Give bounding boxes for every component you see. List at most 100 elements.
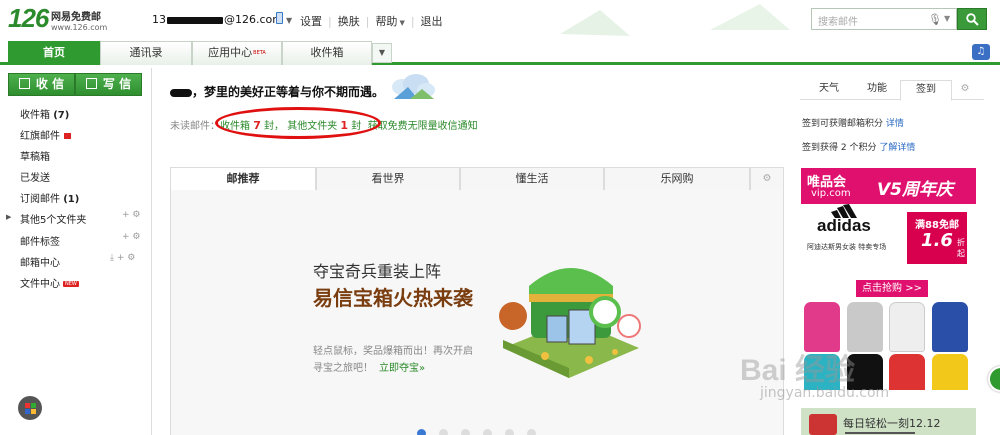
greeting: ，梦里的美好正等着与你不期而遇。 <box>170 83 384 100</box>
search-button[interactable] <box>957 8 987 30</box>
details-link[interactable]: 详情 <box>886 119 904 129</box>
logout-link[interactable]: 退出 <box>421 15 443 28</box>
carousel-dot[interactable] <box>461 429 470 435</box>
tab-home[interactable]: 首页 <box>8 41 100 65</box>
red-highlight-circle <box>215 107 381 139</box>
folder-actions[interactable]: + ⚙ <box>122 210 140 220</box>
tab-inbox[interactable]: 收件箱 <box>282 41 372 65</box>
folder-sent[interactable]: 已发送 <box>20 169 50 184</box>
right-tabs: 天气 功能 签到 ⚙ <box>800 80 984 101</box>
folder-drafts[interactable]: 草稿箱 <box>20 148 50 163</box>
tab-features[interactable]: 功能 <box>854 80 900 100</box>
folder-labels[interactable]: 邮件标签 <box>20 233 60 248</box>
logo-url: www.126.com <box>51 23 108 32</box>
folder-file-center[interactable]: 文件中心 NEW <box>20 275 79 290</box>
carousel-dot[interactable] <box>527 429 536 435</box>
search-icon <box>966 13 979 26</box>
folder-inbox[interactable]: 收件箱 (7) <box>20 106 69 121</box>
folder-subscriptions[interactable]: 订阅邮件 (1) <box>20 190 79 205</box>
mail-center-actions[interactable]: ⤓ + ⚙ <box>110 253 135 263</box>
promo-panel: 夺宝奇兵重装上阵 易信宝箱火热来袭 轻点鼠标，奖品爆箱而出！再次开启 寻宝之旅吧… <box>170 190 784 435</box>
search-input[interactable]: 搜索邮件 🎙 ▼ <box>811 8 957 30</box>
skin-link[interactable]: 换肤 <box>338 15 360 28</box>
grab-treasure-link[interactable]: 立即夺宝» <box>379 363 425 374</box>
daily-fun-ad[interactable]: 每日轻松一刻12.12 <box>801 408 976 435</box>
ad-anniversary: V5周年庆 <box>877 180 953 200</box>
chevron-down-icon: ▼ <box>286 16 293 25</box>
ad-note: 阿迪达斯男女装 特卖专场 <box>807 243 887 251</box>
logo[interactable]: 126 网易免费邮 www.126.com <box>8 3 128 35</box>
notify-link[interactable]: 获取免费无限量收信通知 <box>368 121 478 132</box>
tab-weather[interactable]: 天气 <box>802 80 856 100</box>
search-placeholder: 搜索邮件 <box>818 17 858 28</box>
tab-app-center[interactable]: 应用中心BETA <box>192 41 282 65</box>
carousel-dot[interactable] <box>417 429 426 435</box>
shop-now-button[interactable]: 点击抢购 >> <box>856 280 928 297</box>
checkin-info: 签到可获赠邮箱积分 详情 <box>802 119 904 129</box>
weather-cloud-icon <box>392 74 435 99</box>
folder-other[interactable]: 其他5个文件夹 <box>20 211 86 226</box>
sidebar: 收 信 写 信 收件箱 (7) 红旗邮件 草稿箱 已发送 订阅邮件 (1) ▶ … <box>0 68 152 435</box>
calendar-icon <box>809 414 837 435</box>
promo-description: 轻点鼠标，奖品爆箱而出！再次开启 <box>313 346 473 357</box>
chevron-down-icon: ▼ <box>399 19 405 27</box>
music-icon[interactable]: ♫ <box>972 44 990 60</box>
jacket-image <box>932 302 968 352</box>
account-suffix: @126.com <box>224 13 283 26</box>
tab-checkin[interactable]: 签到 <box>900 80 952 101</box>
app-grid-icon[interactable] <box>18 396 42 420</box>
watermark: Bai 经验 <box>740 354 856 387</box>
edit-icon <box>85 78 97 89</box>
tab-recommend[interactable]: 邮推荐 <box>170 167 316 191</box>
watermark-url: jingyan.baidu.com <box>760 385 890 401</box>
tab-world[interactable]: 看世界 <box>316 167 460 191</box>
learn-more-link[interactable]: 了解详情 <box>879 143 915 153</box>
inbox-count: (7) <box>53 110 70 121</box>
new-badge: NEW <box>63 281 79 287</box>
ad-url: vip.com <box>811 188 851 199</box>
tab-contacts[interactable]: 通讯录 <box>100 41 192 65</box>
logo-number: 126 <box>8 3 49 33</box>
download-icon <box>18 78 30 89</box>
help-link[interactable]: 帮助 <box>375 15 397 28</box>
jacket-image <box>889 354 925 390</box>
ad-banner: 唯品会 vip.com V5周年庆 <box>801 168 976 204</box>
promo-description-2: 寻宝之旅吧！ 立即夺宝» <box>313 363 426 374</box>
gear-icon[interactable]: ⚙ <box>952 80 978 100</box>
daily-fun-text: 每日轻松一刻12.12 <box>843 417 941 430</box>
carousel-dot[interactable] <box>483 429 492 435</box>
top-header: 126 网易免费邮 www.126.com 13 @126.com ▼ 设置 | 换肤 |… <box>0 0 1000 40</box>
tabs-dropdown-button[interactable]: ▼ <box>372 43 392 63</box>
content-tabs: 邮推荐 看世界 懂生活 乐网购 <box>170 167 784 191</box>
mobile-icon[interactable] <box>276 12 283 24</box>
tab-life[interactable]: 懂生活 <box>460 167 604 191</box>
tab-shopping[interactable]: 乐网购 <box>604 167 750 191</box>
label-actions[interactable]: + ⚙ <box>122 232 140 242</box>
jacket-image <box>889 302 925 352</box>
carousel-dot[interactable] <box>505 429 514 435</box>
folder-mail-center[interactable]: 邮箱中心 <box>20 254 60 269</box>
underline <box>845 432 915 434</box>
promo-title: 易信宝箱火热来袭 <box>313 286 473 310</box>
flag-icon <box>64 133 71 139</box>
carousel-dot[interactable] <box>439 429 448 435</box>
compose-button[interactable]: 写 信 <box>75 73 142 96</box>
expand-icon[interactable]: ▶ <box>6 213 11 221</box>
scroll-handle[interactable] <box>988 366 1000 392</box>
treasure-chest-illustration[interactable] <box>489 256 649 380</box>
gear-icon[interactable]: ⚙ <box>750 167 784 191</box>
receive-mail-button[interactable]: 收 信 <box>8 73 75 96</box>
checkin-points: 签到获得 2 个积分 了解详情 <box>802 143 916 153</box>
account-prefix: 13 <box>152 13 166 26</box>
name-redaction <box>170 88 192 97</box>
chevron-down-icon[interactable]: ▼ <box>944 14 950 23</box>
main-tab-bar: 首页 通讯录 应用中心BETA 收件箱 ▼ ♫ <box>0 40 1000 65</box>
top-links: 设置 | 换肤 | 帮助 ▼ | 退出 <box>300 15 443 28</box>
microphone-icon[interactable]: 🎙 <box>928 13 942 26</box>
promo-subtitle: 夺宝奇兵重装上阵 <box>313 262 442 281</box>
folder-flagged[interactable]: 红旗邮件 <box>20 127 71 142</box>
account-menu[interactable]: 13 @126.com ▼ <box>152 13 292 26</box>
jacket-image <box>932 354 968 390</box>
chevron-down-icon: ▼ <box>378 48 386 57</box>
settings-link[interactable]: 设置 <box>300 15 322 28</box>
